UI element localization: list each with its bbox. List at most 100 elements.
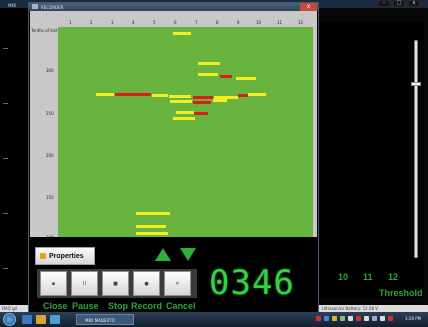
background-left-axis — [0, 8, 28, 305]
pause-icon: II — [83, 280, 86, 287]
axis-number: 11 — [363, 272, 373, 282]
cancel-icon: ✕ — [175, 280, 180, 287]
trace-segment — [193, 96, 213, 99]
tray-icon[interactable] — [380, 316, 385, 321]
column-tick-label: 2 — [90, 20, 93, 25]
background-window-buttons: – □ x — [378, 0, 420, 8]
taskbar: MKII MADEXTO 3:26 PM — [0, 312, 428, 327]
trace-segment — [115, 93, 151, 96]
recorder-title: RECORDER — [41, 5, 64, 10]
maximize-button[interactable]: □ — [393, 0, 405, 7]
tray-icon[interactable] — [356, 316, 361, 321]
taskbar-item[interactable]: MKII MADEXTO — [76, 314, 134, 325]
trace-segment — [198, 62, 220, 65]
trace-segment — [236, 77, 256, 80]
trace-segment — [220, 75, 232, 78]
volume-icon[interactable] — [364, 316, 369, 321]
trace-segment — [96, 93, 114, 96]
row-tick-label: 200 — [46, 153, 54, 158]
row-tick-label: 250 — [46, 111, 54, 116]
battery-status-text: Ultrasonics Battery: 12.58 V — [322, 306, 379, 311]
trace-segment — [169, 95, 191, 98]
system-tray — [316, 316, 393, 321]
record-icon: ● — [144, 280, 149, 287]
close-window-button[interactable]: x — [408, 0, 420, 7]
column-tick-label: 10 — [256, 20, 262, 25]
close-icon: ▪ — [51, 280, 56, 287]
transport-controls: ▪ II ■ ● ✕ — [37, 269, 197, 298]
folder-icon[interactable] — [36, 315, 46, 324]
record-label: Record — [131, 301, 163, 311]
media-icon[interactable] — [50, 315, 60, 324]
column-tick-label: 9 — [237, 20, 240, 25]
threshold-slider-track[interactable] — [414, 40, 418, 258]
row-tick-label: 150 — [46, 195, 54, 200]
axis-tick — [3, 48, 8, 49]
taskbar-clock[interactable]: 3:26 PM — [405, 316, 421, 321]
trace-segment — [248, 93, 266, 96]
start-button[interactable] — [3, 313, 16, 326]
trace-segment — [238, 94, 248, 97]
recording-plot — [58, 27, 313, 237]
browser-icon[interactable] — [22, 315, 32, 324]
trace-segment — [136, 212, 170, 215]
trace-segment — [198, 73, 218, 76]
status-left-text: DAQ gri — [2, 306, 18, 311]
frame-counter: 0346 — [209, 263, 295, 303]
recorder-close-button[interactable]: x — [300, 3, 317, 11]
threshold-label: Threshold — [379, 288, 423, 298]
axis-tick — [3, 213, 8, 214]
background-display-panel — [320, 22, 424, 298]
trace-segment — [170, 100, 192, 103]
cancel-label: Cancel — [166, 301, 196, 311]
trace-segment — [213, 99, 227, 102]
tray-icon[interactable] — [348, 316, 353, 321]
properties-icon — [40, 253, 46, 259]
column-tick-label: 4 — [132, 20, 135, 25]
pause-button[interactable]: II — [71, 271, 98, 296]
axis-number: 12 — [388, 272, 399, 282]
tray-icon[interactable] — [316, 316, 321, 321]
trace-segment — [136, 232, 168, 235]
axis-tick — [3, 268, 8, 269]
tray-icon[interactable] — [388, 316, 393, 321]
axis-tick — [3, 158, 8, 159]
recorder-app-icon — [32, 4, 38, 9]
tray-icon[interactable] — [324, 316, 329, 321]
pause-label: Pause — [72, 301, 99, 311]
trace-segment — [173, 117, 195, 120]
row-tick-label: 300 — [46, 68, 54, 73]
axis-number: 10 — [338, 272, 349, 282]
trace-segment — [136, 225, 166, 228]
recorder-window: RECORDER x Tenths of Inches 1 2 3 4 5 6 … — [28, 2, 319, 316]
close-button[interactable]: ▪ — [40, 271, 67, 296]
stop-button[interactable]: ■ — [102, 271, 129, 296]
row-tick-label: 100 — [46, 235, 54, 240]
column-tick-label: 8 — [216, 20, 219, 25]
record-button[interactable]: ● — [133, 271, 160, 296]
column-tick-label: 6 — [174, 20, 177, 25]
stop-icon: ■ — [113, 280, 118, 287]
column-tick-label: 1 — [69, 20, 72, 25]
tray-icon[interactable] — [332, 316, 337, 321]
close-label: Close — [43, 301, 68, 311]
trace-segment — [176, 111, 194, 114]
column-tick-label: 5 — [153, 20, 156, 25]
minimize-button[interactable]: – — [378, 0, 390, 7]
column-tick-label: 7 — [195, 20, 198, 25]
tray-icon[interactable] — [340, 316, 345, 321]
trace-segment — [152, 94, 168, 97]
threshold-slider-thumb[interactable] — [411, 82, 421, 86]
stop-label: Stop — [108, 301, 128, 311]
trace-segment — [193, 101, 211, 104]
column-tick-label: 3 — [111, 20, 114, 25]
column-tick-label: 12 — [298, 20, 304, 25]
network-icon[interactable] — [372, 316, 377, 321]
axis-tick — [3, 103, 8, 104]
trace-segment — [173, 32, 191, 35]
arrow-up-icon[interactable] — [155, 248, 171, 261]
recorder-titlebar[interactable]: RECORDER x — [29, 3, 318, 11]
cancel-button[interactable]: ✕ — [164, 271, 191, 296]
properties-button[interactable]: Properties — [35, 247, 95, 265]
arrow-down-icon[interactable] — [180, 248, 196, 261]
